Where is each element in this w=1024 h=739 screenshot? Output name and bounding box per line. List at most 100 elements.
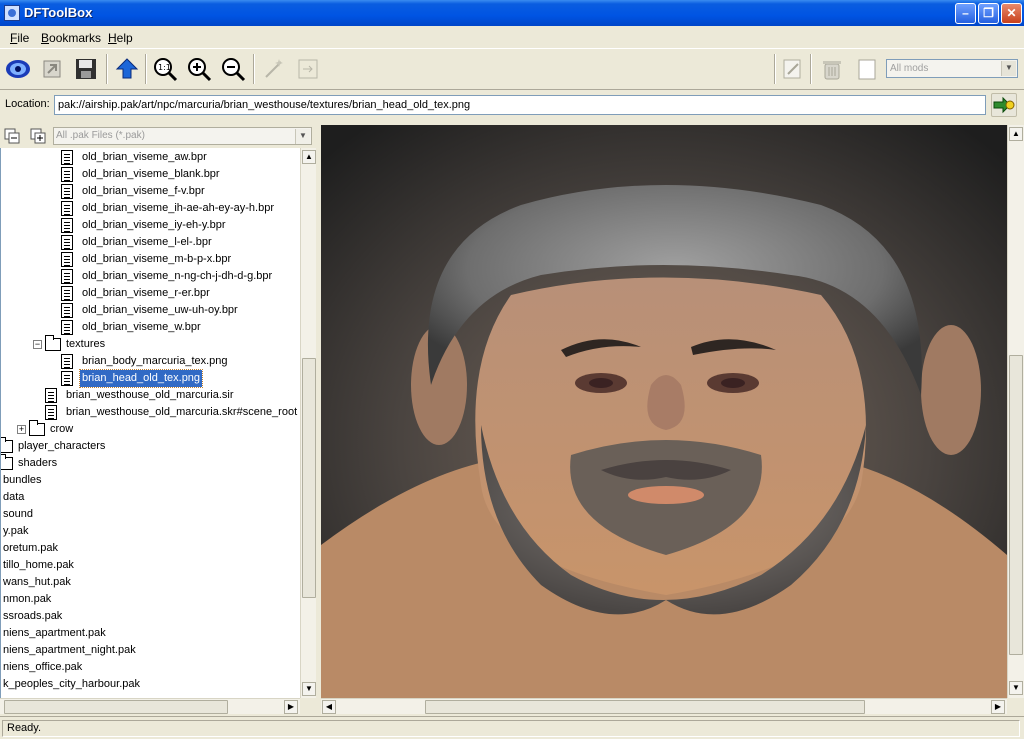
expand-all-icon [30,128,46,144]
zoom-fit-button[interactable]: 1:1 [151,55,179,83]
zoom-in-icon [188,58,212,82]
zoom-out-icon [222,58,246,82]
tree-item-label: old_brian_viseme_aw.bpr [82,151,207,163]
page-icon [858,59,876,80]
title-bar[interactable]: DFToolBox – ❐ ✕ [0,0,1024,26]
texture-preview[interactable] [321,125,1007,698]
mods-select-value: All mods [890,63,929,74]
toolbar-separator [810,54,812,84]
tree-item-label: brian_westhouse_old_marcuria.sir [66,389,234,401]
wand-button[interactable] [260,55,288,83]
folder-icon [1,437,13,453]
save-icon [76,59,96,79]
save-button[interactable] [72,55,100,83]
svg-text:1:1: 1:1 [158,63,171,72]
tree-item-label: old_brian_viseme_m-b-p-x.bpr [82,253,232,265]
scroll-up-icon[interactable]: ▲ [302,150,316,164]
expand-all-button[interactable] [30,128,46,144]
menu-bookmarks-accel: B [41,31,50,45]
toolbar-separator [774,54,776,84]
file-icon [61,354,73,369]
scroll-thumb[interactable] [425,700,865,714]
edit-icon [783,59,801,79]
import-icon [43,60,61,78]
edit-button[interactable] [778,55,806,83]
texture-image [321,125,1007,698]
zoom-in-button[interactable] [185,55,213,83]
file-icon [61,371,73,386]
toolbar: 1:1 [0,48,1024,90]
trash-icon [823,61,841,80]
zoom-fit-icon: 1:1 [154,58,178,82]
tree-item-label: old_brian_viseme_w.bpr [82,321,201,333]
file-icon [61,167,73,182]
collapse-all-icon [4,128,20,144]
import-button[interactable] [38,55,66,83]
scroll-thumb[interactable] [1009,355,1023,655]
chevron-down-icon[interactable]: ▼ [1001,61,1016,76]
mods-select[interactable]: All mods ▼ [886,59,1018,78]
menu-help[interactable]: Help [108,31,133,45]
page-button[interactable] [853,55,881,83]
chevron-down-icon[interactable]: ▼ [295,129,310,144]
delete-button[interactable] [818,55,846,83]
scroll-thumb[interactable] [302,358,316,598]
collapse-icon[interactable]: − [33,340,42,349]
tree-item-label: brian_body_marcuria_tex.png [82,355,228,367]
tree-item-label: brian_head_old_tex.png [78,369,204,388]
folder-icon [29,420,45,436]
menu-file-label: ile [17,31,30,45]
arrow-right-icon [298,59,318,79]
scroll-right-icon[interactable]: ▶ [284,700,298,714]
scroll-thumb[interactable] [4,700,228,714]
file-icon [45,405,57,420]
scroll-right-icon[interactable]: ▶ [991,700,1005,714]
scroll-down-icon[interactable]: ▼ [302,682,316,696]
zoom-out-button[interactable] [219,55,247,83]
app-icon[interactable] [4,5,20,21]
tree-item-label: y.pak [3,525,29,537]
collapse-all-button[interactable] [4,128,20,144]
tree-item-label: old_brian_viseme_uw-uh-oy.bpr [82,304,238,316]
file-icon [61,286,73,301]
tree-item-label: old_brian_viseme_l-el-.bpr [82,236,212,248]
file-icon [61,201,73,216]
view-horizontal-scrollbar[interactable]: ◀ ▶ [321,698,1007,714]
tree-vertical-scrollbar[interactable]: ▲ ▼ [300,148,316,698]
toolbar-separator [145,54,147,84]
scroll-up-icon[interactable]: ▲ [1009,127,1023,141]
file-icon [45,388,57,403]
location-input[interactable]: pak://airship.pak/art/npc/marcuria/brian… [54,95,986,115]
view-button[interactable] [4,55,32,83]
toolbar-separator [106,54,108,84]
folder-icon [45,335,61,351]
scroll-left-icon[interactable]: ◀ [322,700,336,714]
view-vertical-scrollbar[interactable]: ▲ ▼ [1007,125,1024,698]
go-arrow-icon [993,96,1015,114]
tree-horizontal-scrollbar[interactable]: ▶ [0,698,300,714]
location-label: Location: [5,98,50,110]
menu-help-label: elp [116,31,133,45]
file-icon [61,150,73,165]
menu-bookmarks[interactable]: Bookmarks [41,31,101,45]
tree-item-label: niens_apartment_night.pak [3,644,136,656]
maximize-button[interactable]: ❐ [978,3,999,24]
forward-button[interactable] [294,55,322,83]
menu-file[interactable]: File [10,31,29,45]
tree-item-label: bundles [3,474,42,486]
close-button[interactable]: ✕ [1001,3,1022,24]
up-button[interactable] [113,55,141,83]
tree-item-label: old_brian_viseme_blank.bpr [82,168,220,180]
tree-item-label: tillo_home.pak [3,559,74,571]
go-button[interactable] [991,93,1017,117]
expand-icon[interactable]: + [17,425,26,434]
toolbar-separator [253,54,255,84]
tree-item-label: k_peoples_city_harbour.pak [3,678,140,690]
tree-item-label: ssroads.pak [3,610,63,622]
tree-item-label: player_characters [18,440,106,452]
file-filter-select[interactable]: All .pak Files (*.pak) ▼ [53,127,312,145]
file-tree[interactable]: old_brian_viseme_aw.bpr old_brian_viseme_… [0,148,300,698]
menu-bookmarks-label: ookmarks [49,31,102,45]
minimize-button[interactable]: – [955,3,976,24]
scroll-down-icon[interactable]: ▼ [1009,681,1023,695]
